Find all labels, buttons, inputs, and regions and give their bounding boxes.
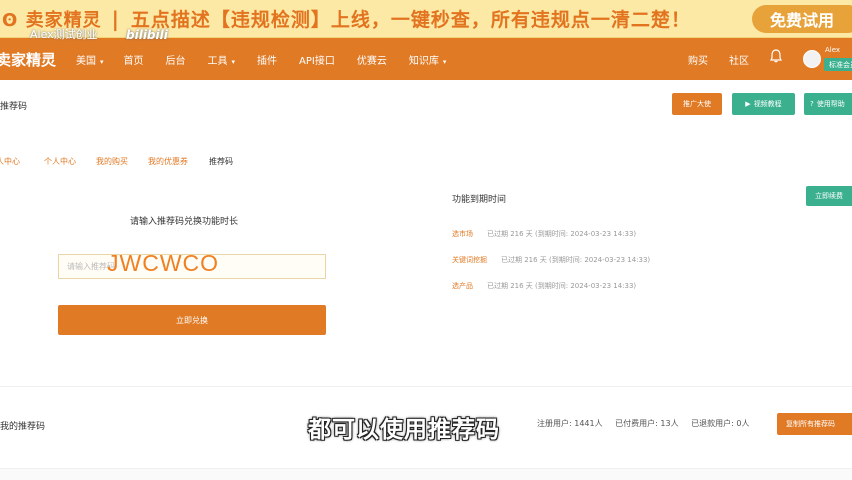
video-subtitle: 都可以使用推荐码 (308, 417, 500, 443)
registered-users: 注册用户: 1441人 (537, 419, 603, 428)
feature-name: 选产品 (452, 282, 473, 290)
help-label: 使用帮助 (816, 100, 845, 108)
nav-home[interactable]: 首页 (124, 52, 144, 67)
expiry-row: 选市场 已过期 216 天 (到期时间: 2024-03-23 14:33) (452, 229, 636, 239)
my-codes-title: 我的推荐码 (0, 422, 46, 432)
bell-icon[interactable] (770, 49, 782, 66)
brand-logo[interactable]: 卖家精灵 (0, 49, 76, 70)
expiry-row: 选产品 已过期 216 天 (到期时间: 2024-03-23 14:33) (452, 281, 636, 291)
chevron-down-icon: ▾ (442, 57, 447, 66)
promoter-button[interactable]: 推广大使 (672, 93, 722, 115)
nav-api[interactable]: API接口 (299, 52, 335, 67)
feature-name: 关键词挖掘 (452, 256, 487, 264)
nav-region-select[interactable]: 美国 ▾ (76, 52, 104, 67)
video-tutorial-label: 视频教程 (753, 100, 782, 108)
help-icon: ? (810, 100, 814, 108)
typed-code-overlay: JWCWCO (107, 250, 220, 276)
feature-status: 已过期 216 天 (到期时间: 2024-03-23 14:33) (501, 256, 651, 264)
nav-plugins[interactable]: 插件 (257, 52, 277, 67)
tab-my-coupons[interactable]: 我的优惠券 (148, 156, 188, 167)
nav-tools[interactable]: 工具 ▾ (208, 52, 236, 67)
chevron-down-icon: ▾ (231, 57, 236, 66)
main-navbar: 卖家精灵 美国 ▾ 首页 后台 工具 ▾ 插件 API接口 优赛云 知识库 ▾ 购买 … (0, 38, 852, 80)
renew-button[interactable]: 立即续费 (806, 186, 852, 206)
chevron-down-icon: ▾ (100, 57, 104, 66)
section-divider (0, 386, 852, 387)
bilibili-logo: bilibili (126, 28, 168, 42)
nav-knowledge[interactable]: 知识库 ▾ (409, 52, 447, 67)
nav-cloud[interactable]: 优赛云 (357, 52, 387, 67)
free-trial-button[interactable]: 免费试用 (752, 5, 852, 33)
referral-stats: 注册用户: 1441人 已付费用户: 13人 已退款用户: 0人 (537, 418, 759, 429)
redeem-title: 请输入推荐码兑换功能时长 (130, 217, 239, 227)
expiry-title: 功能到期时间 (452, 195, 507, 205)
paid-users: 已付费用户: 13人 (615, 419, 679, 428)
bell-icon-svg (770, 49, 782, 63)
feature-status: 已过期 216 天 (到期时间: 2024-03-23 14:33) (487, 282, 637, 290)
help-button[interactable]: ? 使用帮助 (804, 93, 852, 115)
feature-status: 已过期 216 天 (到期时间: 2024-03-23 14:33) (487, 230, 637, 238)
nav-backend[interactable]: 后台 (166, 52, 186, 67)
video-tutorial-button[interactable]: ▶ 视频教程 (732, 93, 795, 115)
promo-separator: | (111, 6, 119, 31)
tab-user-center[interactable]: 个人中心 (44, 156, 76, 167)
expiry-row: 关键词挖掘 已过期 216 天 (到期时间: 2024-03-23 14:33) (452, 255, 650, 265)
tab-referral-code[interactable]: 推荐码 (209, 156, 233, 167)
video-watermark: Alex测试创业 (30, 28, 98, 41)
refunded-users: 已退款用户: 0人 (691, 419, 750, 428)
nav-tools-label: 工具 (207, 55, 228, 67)
codes-table-header (0, 468, 852, 480)
tab-user-center-partial[interactable]: 个人中心 (0, 156, 20, 167)
feature-name: 选市场 (452, 230, 473, 238)
avatar[interactable] (803, 50, 821, 68)
redeem-button[interactable]: 立即兑换 (58, 305, 326, 335)
app-root: ʘ 卖家精灵 | 五点描述【违规检测】上线，一键秒查，所有违规点一清二楚！ 免费… (0, 0, 852, 480)
nav-knowledge-label: 知识库 (408, 55, 439, 67)
nav-buy[interactable]: 购买 (688, 52, 708, 67)
copy-all-codes-button[interactable]: 复制所有推荐码 (777, 413, 852, 435)
nav-community[interactable]: 社区 (729, 52, 749, 67)
tab-my-purchases[interactable]: 我的购买 (96, 156, 128, 167)
video-icon: ▶ (745, 100, 751, 108)
promo-headline: 五点描述【违规检测】上线，一键秒查，所有违规点一清二楚！ (130, 9, 691, 31)
nav-region-label: 美国 (76, 55, 96, 67)
user-name[interactable]: Alex (825, 46, 840, 54)
membership-badge: 标准会员 (824, 58, 852, 71)
page-title: 推荐码 (0, 102, 28, 112)
